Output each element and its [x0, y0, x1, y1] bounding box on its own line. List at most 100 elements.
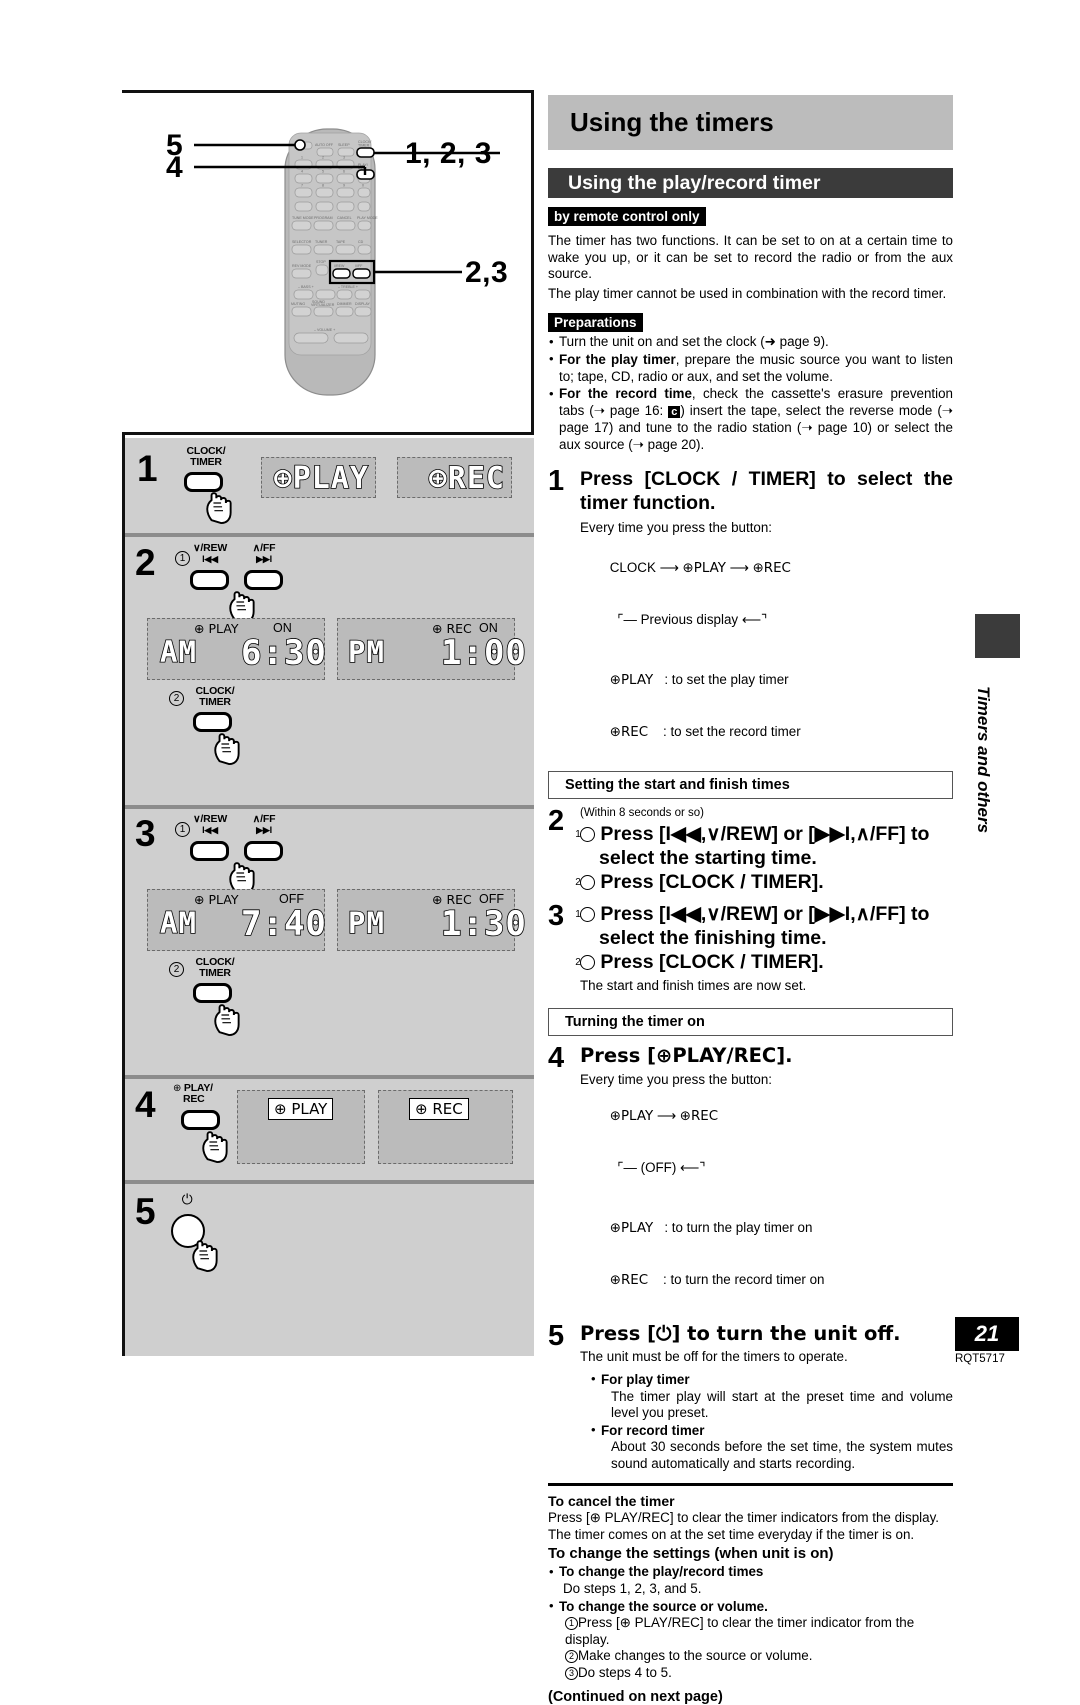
callout-2-3: 2,3: [465, 256, 509, 289]
step2-ff-caption: ∧/FF ▶▶I: [241, 543, 287, 565]
step-3-sub-1: 1 Press [I◀◀,∨/REW] or [▶▶I,∧/FF] to sel…: [575, 902, 953, 950]
svg-text:1: 1: [301, 156, 303, 160]
preparations-item: For the record time, check the cassette'…: [548, 386, 953, 453]
step-4-legend-2: ⊕REC : to turn the record timer on: [580, 1254, 953, 1306]
step-3-sub-2: 2 Press [CLOCK / TIMER].: [575, 950, 953, 974]
step-3: 3 1 Press [I◀◀,∨/REW] or [▶▶I,∧/FF] to s…: [548, 902, 953, 995]
step2-rew-label: ∨/REW: [192, 542, 228, 554]
step1-lcd-play: ⊕PLAY: [261, 457, 376, 498]
step-5-heading: Press [⏻] to turn the unit off.: [580, 1322, 901, 1346]
step-1-cycle-b: ⊕PLAY: [682, 561, 726, 577]
footer-continued: (Continued on next page): [548, 1688, 723, 1705]
preparations-list: Turn the unit on and set the clock (➜ pa…: [548, 334, 953, 453]
preparations-label: Preparations: [548, 313, 643, 333]
finger-cursor-icon: [229, 862, 255, 894]
footer-cancel-line-2: The timer comes on at the set time every…: [548, 1527, 915, 1543]
finger-cursor-icon: [229, 591, 255, 623]
page-title: Using the timers: [570, 107, 774, 137]
footer-sub-text: Make changes to the source or volume.: [578, 1648, 813, 1664]
finger-cursor-icon: [214, 1004, 240, 1036]
step-4-note: Every time you press the button:: [580, 1071, 773, 1087]
step-2-sub-1-text: Press [I◀◀,∨/REW] or [▶▶I,∧/FF] to selec…: [599, 823, 930, 870]
svg-text:TAPE: TAPE: [336, 240, 346, 244]
footer-change-item: To change the source or volume. 1Press […: [548, 1598, 953, 1682]
svg-text:TUNE MODE: TUNE MODE: [292, 216, 314, 220]
step-5-bullet-lead: For record timer: [601, 1422, 705, 1438]
step-4-cycle-b: ⊕REC: [679, 1109, 719, 1125]
footer-change-sub: 1 Press [⊕ PLAY/REC] to clear the timer i…: [559, 1615, 953, 1648]
section-header-times: Setting the start and finish times: [548, 771, 953, 800]
step-5-bullets: For play timer The timer play will start…: [590, 1371, 953, 1473]
diagram-step-5-number: 5: [135, 1191, 156, 1232]
step4-lcd-rec-tag: ⊕ REC: [409, 1098, 469, 1120]
step-5-bullet: For play timer The timer play will start…: [590, 1371, 953, 1422]
step-2: 2 (Within 8 seconds or so) 1 Press [I◀◀,…: [548, 807, 953, 894]
step2-rew-caption: ∨/REW I◀◀: [187, 543, 233, 565]
step3-rew-caption: ∨/REW I◀◀: [187, 814, 233, 836]
footer-change-item-text: Do steps 1, 2, 3, and 5.: [563, 1581, 702, 1597]
step-1-cycle-back: ⌜— Previous display ⟵⌝: [609, 612, 768, 628]
svg-text:\/REW: \/REW: [334, 264, 345, 268]
step-1-legend-2: ⊕REC : to set the record timer: [580, 706, 953, 758]
section-title-band: Using the play/record timer: [548, 168, 953, 198]
step2-rew-icon: I◀◀: [202, 554, 218, 564]
callout-1-2-3: 1, 2, 3: [405, 137, 492, 170]
step-4-cycle-a: ⊕PLAY: [609, 1109, 654, 1125]
step-1-cycle: CLOCK ⟶ ⊕PLAY ⟶ ⊕REC: [609, 560, 791, 577]
intro-paragraph-2: The play timer cannot be used in combina…: [548, 285, 947, 301]
step4-lcd-rec: ⊕ REC: [378, 1090, 513, 1164]
step2-clock-caption: CLOCK/TIMER: [195, 685, 235, 708]
step-4: 4 Press [⊕PLAY/REC]. Every time you pres…: [548, 1043, 953, 1307]
step2-lcd-rec-time: 1:00: [440, 632, 527, 674]
step-1-note: Every time you press the button:: [580, 519, 773, 535]
step3-clock-caption: CLOCK/TIMER: [195, 956, 235, 979]
step-3-sub-1-text: Press [I◀◀,∨/REW] or [▶▶I,∧/FF] to selec…: [599, 903, 930, 950]
section-title: Using the play/record timer: [568, 171, 821, 194]
step-4-legend-1-key: ⊕PLAY: [609, 1221, 654, 1237]
svg-text:9: 9: [343, 184, 345, 188]
step-4-legend-2-key: ⊕REC: [609, 1273, 649, 1289]
svg-text:AUTO OFF: AUTO OFF: [315, 143, 334, 147]
step-2-sub-1-marker: 1: [575, 827, 595, 843]
step2-lcd-play-ampm: AM: [159, 634, 197, 670]
step2-lcd-rec-ampm: PM: [347, 634, 385, 670]
footer-change-item: To change the play/record times Do steps…: [548, 1564, 953, 1597]
footer-sub-marker: 1: [565, 1617, 578, 1631]
callout-4: 4: [166, 151, 184, 184]
step-1-legend-1: ⊕PLAY : to set the play timer: [580, 654, 953, 706]
svg-text:SELECTOR: SELECTOR: [292, 240, 312, 244]
step-4-cycle-back: ⌜— (OFF) ⟵⌝: [609, 1160, 706, 1176]
step-divider: [125, 805, 534, 809]
step1-button-caption: CLOCK/TIMER: [186, 445, 226, 468]
step-1-legend-1-key: ⊕PLAY: [609, 673, 654, 689]
step-5-bullet-text: About 30 seconds before the set time, th…: [611, 1439, 953, 1471]
step2-lcd-play-time: 6:30: [240, 632, 327, 674]
preparations-item: For the play timer, prepare the music so…: [548, 351, 953, 385]
step2-rew-button[interactable]: [190, 570, 229, 590]
footer-sub-marker: 2: [565, 1650, 578, 1664]
step-1-legend-1-val: : to set the play timer: [664, 672, 789, 688]
step3-lcd-play-ampm: AM: [159, 905, 197, 941]
page-number-box: 21: [955, 1317, 1019, 1351]
step-1-cycle-c: ⊕REC: [752, 561, 791, 577]
step1-lcd-rec-text: ⊕REC: [428, 460, 505, 497]
svg-text:PROGRAM: PROGRAM: [314, 216, 333, 220]
svg-text:– VOLUME +: – VOLUME +: [314, 328, 335, 332]
svg-text:8: 8: [322, 184, 324, 188]
footer-sub-text: Press [⊕ PLAY/REC] to clear the timer in…: [565, 1615, 915, 1647]
svg-text:CD: CD: [358, 240, 364, 244]
step2-lcd-rec: ⊕ REC ON PM 1:00: [337, 618, 527, 680]
page-title-band: Using the timers: [548, 95, 953, 150]
step-1-legend-2-val: : to set the record timer: [663, 724, 801, 740]
footer-change-sub: 3 Do steps 4 to 5.: [559, 1665, 953, 1682]
svg-text:MUTING: MUTING: [291, 302, 305, 306]
footer-change-list: To change the play/record times Do steps…: [548, 1564, 953, 1681]
document-code: RQT5717: [955, 1353, 1005, 1365]
svg-text:TIMER: TIMER: [358, 144, 370, 148]
footer-change-item-lead: To change the play/record times: [559, 1564, 764, 1580]
step3-rew-button[interactable]: [190, 841, 229, 861]
svg-text:3: 3: [343, 156, 345, 160]
step2-sub2-marker: 2: [169, 691, 184, 706]
svg-text:– TREBLE +: – TREBLE +: [338, 285, 358, 289]
footer-sub-marker: 3: [565, 1666, 578, 1680]
